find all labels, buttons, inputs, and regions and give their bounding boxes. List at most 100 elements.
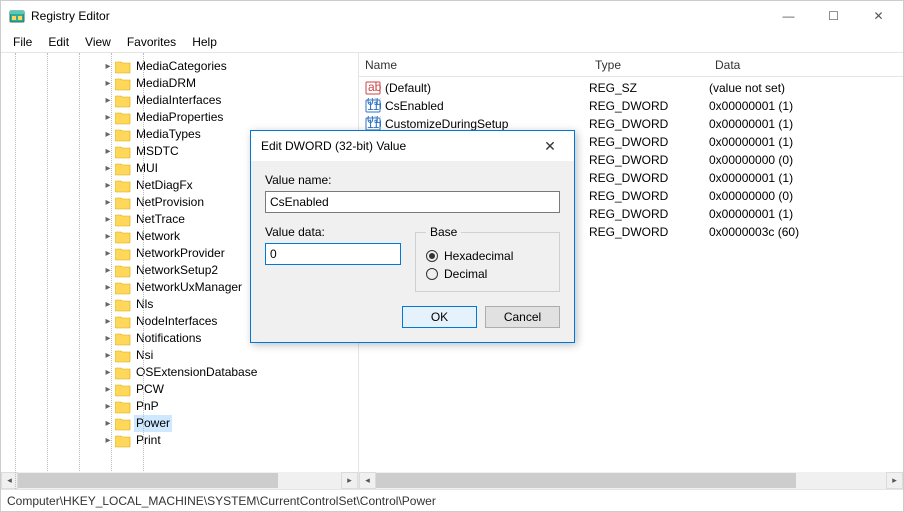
scroll-left-button[interactable]: ◂ [1,472,18,489]
folder-icon [115,264,131,278]
tree-node[interactable]: ▸ PnP [1,398,358,415]
value-data-field[interactable] [265,243,401,265]
chevron-right-icon[interactable]: ▸ [101,347,115,364]
tree-node[interactable]: ▸MediaProperties [1,109,358,126]
chevron-right-icon[interactable]: ▸ [101,58,115,75]
chevron-right-icon[interactable]: ▸ [101,398,115,415]
tree-node[interactable]: ▸MediaDRM [1,75,358,92]
value-name-label: Value name: [265,173,560,187]
list-row[interactable]: ab(Default)REG_SZ(value not set) [359,79,903,97]
tree-node-label: NetTrace [134,211,187,228]
value-data: 0x00000001 (1) [709,117,889,131]
cancel-button[interactable]: Cancel [485,306,560,328]
dialog-body: Value name: Value data: Base Hexadecimal… [251,161,574,342]
folder-icon [115,366,131,380]
col-header-data[interactable]: Data [709,53,889,76]
chevron-right-icon[interactable]: ▸ [101,245,115,262]
chevron-right-icon[interactable]: ▸ [101,75,115,92]
folder-icon [115,332,131,346]
tree-h-scrollbar[interactable]: ◂ ▸ [1,472,358,489]
chevron-right-icon[interactable]: ▸ [101,177,115,194]
folder-icon [115,281,131,295]
chevron-right-icon[interactable]: ▸ [101,279,115,296]
folder-icon [115,230,131,244]
chevron-right-icon[interactable]: ▸ [101,160,115,177]
chevron-right-icon[interactable]: ▸ [101,228,115,245]
value-type: REG_DWORD [589,99,709,113]
menu-view[interactable]: View [77,33,119,51]
chevron-right-icon[interactable]: ▸ [101,262,115,279]
chevron-right-icon[interactable]: ▸ [101,330,115,347]
chevron-right-icon[interactable]: ▸ [101,126,115,143]
value-data: 0x00000000 (0) [709,189,889,203]
tree-node[interactable]: ▸ OSExtensionDatabase [1,364,358,381]
tree-node-label: OSExtensionDatabase [134,364,259,381]
menu-edit[interactable]: Edit [40,33,77,51]
chevron-right-icon[interactable]: ▸ [101,364,115,381]
tree-node-label: NetworkUxManager [134,279,244,296]
tree-node-label: PnP [134,398,161,415]
tree-node[interactable]: ▸MediaInterfaces [1,92,358,109]
dialog-title: Edit DWORD (32-bit) Value [261,139,536,153]
tree-node-label: Network [134,228,182,245]
value-type: REG_DWORD [589,171,709,185]
folder-icon [115,247,131,261]
chevron-right-icon[interactable]: ▸ [101,194,115,211]
base-legend: Base [426,225,461,239]
chevron-right-icon[interactable]: ▸ [101,313,115,330]
scroll-track[interactable] [18,472,341,489]
close-button[interactable]: ✕ [856,1,901,31]
folder-icon [115,400,131,414]
maximize-button[interactable]: ☐ [811,1,856,31]
chevron-right-icon[interactable]: ▸ [101,296,115,313]
dialog-titlebar[interactable]: Edit DWORD (32-bit) Value ✕ [251,131,574,161]
tree-node-label: NetworkSetup2 [134,262,220,279]
chevron-right-icon[interactable]: ▸ [101,143,115,160]
tree-node[interactable]: ▸Nsi [1,347,358,364]
dialog-close-button[interactable]: ✕ [536,132,564,160]
list-row[interactable]: 011110CsEnabledREG_DWORD0x00000001 (1) [359,97,903,115]
col-header-type[interactable]: Type [589,53,709,76]
menu-favorites[interactable]: Favorites [119,33,184,51]
folder-icon [115,417,131,431]
app-icon [9,8,25,24]
chevron-right-icon[interactable]: ▸ [101,92,115,109]
value-data: 0x00000000 (0) [709,153,889,167]
radio-hexadecimal[interactable]: Hexadecimal [426,249,549,263]
scroll-thumb[interactable] [376,473,796,488]
minimize-button[interactable]: — [766,1,811,31]
ok-button[interactable]: OK [402,306,477,328]
chevron-right-icon[interactable]: ▸ [101,381,115,398]
tree-node-label: MUI [134,160,160,177]
tree-node[interactable]: ▸Power [1,415,358,432]
menu-file[interactable]: File [5,33,40,51]
title-bar[interactable]: Registry Editor — ☐ ✕ [1,1,903,31]
scroll-track[interactable] [376,472,886,489]
radio-dec-label: Decimal [444,267,487,281]
scroll-right-button[interactable]: ▸ [886,472,903,489]
chevron-right-icon[interactable]: ▸ [101,432,115,449]
folder-icon [115,77,131,91]
chevron-right-icon[interactable]: ▸ [101,109,115,126]
tree-node-label: NetDiagFx [134,177,195,194]
chevron-right-icon[interactable]: ▸ [101,415,115,432]
tree-node[interactable]: ▸MediaCategories [1,58,358,75]
chevron-right-icon[interactable]: ▸ [101,211,115,228]
scroll-thumb[interactable] [18,473,278,488]
tree-node-label: MSDTC [134,143,181,160]
menu-help[interactable]: Help [184,33,225,51]
radio-decimal[interactable]: Decimal [426,267,549,281]
tree-node[interactable]: ▸Print [1,432,358,449]
tree-node[interactable]: ▸PCW [1,381,358,398]
value-name: CustomizeDuringSetup [385,117,508,131]
list-h-scrollbar[interactable]: ◂ ▸ [359,472,903,489]
col-header-name[interactable]: Name [359,53,589,76]
tree-node-label: Nls [134,296,155,313]
scroll-left-button[interactable]: ◂ [359,472,376,489]
window-title: Registry Editor [31,9,766,23]
scroll-right-button[interactable]: ▸ [341,472,358,489]
value-name-field[interactable] [265,191,560,213]
tree-node-label: NetProvision [134,194,206,211]
value-type: REG_DWORD [589,207,709,221]
svg-text:110: 110 [367,99,381,113]
